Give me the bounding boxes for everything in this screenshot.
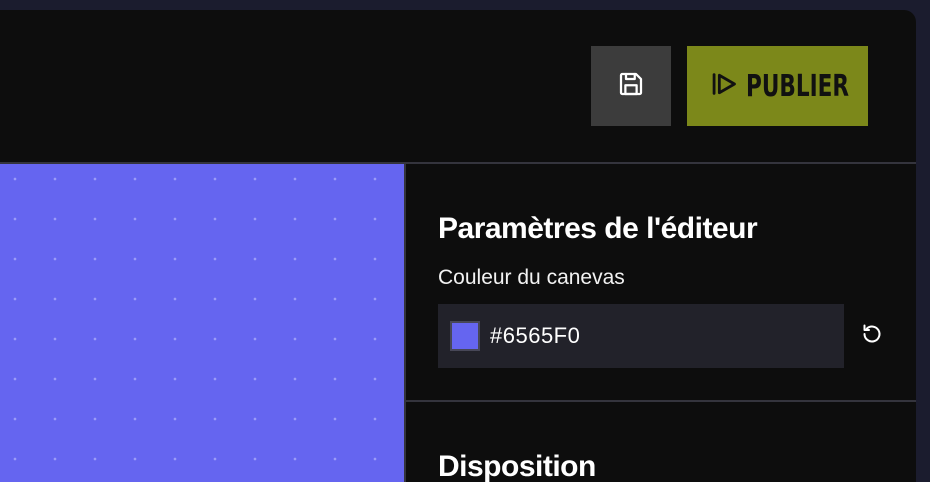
editor-settings-title: Paramètres de l'éditeur: [438, 212, 758, 245]
reset-icon: [860, 322, 884, 351]
canvas-color-field[interactable]: #6565F0: [438, 304, 844, 368]
top-toolbar: PUBLIER: [0, 10, 916, 164]
editor-canvas[interactable]: [0, 164, 404, 482]
save-button[interactable]: [591, 46, 671, 126]
play-outline-icon: [710, 70, 738, 103]
layout-section-title: Disposition: [438, 450, 596, 482]
settings-panel: Paramètres de l'éditeur Couleur du canev…: [406, 164, 916, 482]
floppy-disk-icon: [616, 69, 646, 104]
reset-color-button[interactable]: [858, 322, 886, 350]
section-divider: [406, 400, 916, 402]
canvas-color-value: #6565F0: [490, 323, 581, 348]
color-swatch[interactable]: [450, 321, 480, 351]
canvas-color-label: Couleur du canevas: [438, 266, 625, 289]
editor-app: PUBLIER Paramètres de l'éditeur Couleur …: [0, 10, 916, 482]
publish-label: PUBLIER: [745, 68, 849, 104]
publish-button[interactable]: PUBLIER: [687, 46, 868, 126]
